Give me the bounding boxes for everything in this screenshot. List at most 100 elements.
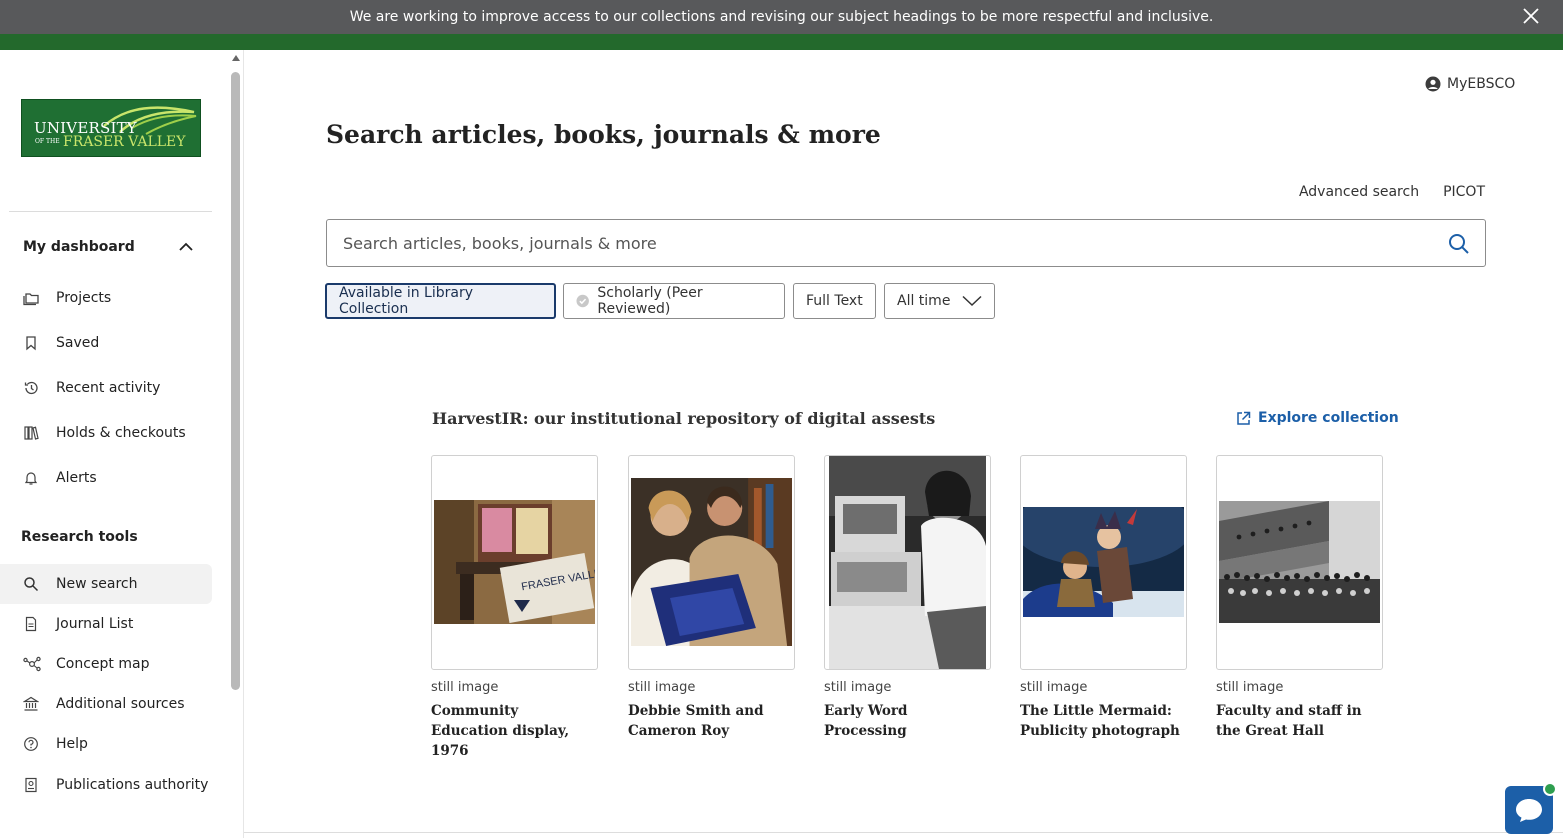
sidebar-item-recent-activity[interactable]: Recent activity [0, 368, 212, 408]
sidebar-item-label: Projects [56, 290, 112, 306]
explore-collection-label: Explore collection [1258, 410, 1399, 426]
filter-scholarly-peer-reviewed[interactable]: Scholarly (Peer Reviewed) [563, 283, 785, 319]
sidebar-item-label: Publications authority [56, 777, 209, 793]
my-dashboard-toggle[interactable]: My dashboard [23, 236, 193, 258]
scroll-up-arrow-icon[interactable] [232, 55, 240, 61]
myebsco-account-button[interactable]: MyEBSCO [1425, 76, 1515, 92]
external-link-icon [1237, 411, 1251, 425]
brand-bar [0, 34, 1563, 50]
chevron-up-icon [179, 242, 193, 251]
item-thumbnail[interactable] [824, 455, 991, 670]
help-icon [24, 737, 38, 751]
verified-badge-icon [576, 294, 589, 308]
sidebar-item-holds-checkouts[interactable]: Holds & checkouts [0, 413, 212, 453]
sidebar-item-label: Journal List [56, 616, 134, 632]
chat-widget-button[interactable] [1505, 782, 1557, 834]
search-input[interactable] [343, 220, 1433, 266]
collection-item-card[interactable]: still image Early Word Processing [824, 455, 991, 741]
sidebar-item-publications-authority[interactable]: Publications authority [0, 765, 212, 805]
item-thumbnail[interactable]: FRASER VALLEY [431, 455, 598, 670]
bell-icon [24, 472, 38, 485]
scrollbar-thumb[interactable] [231, 72, 240, 690]
item-thumbnail[interactable] [1020, 455, 1187, 670]
logo-text-of-the: OF THE [35, 138, 60, 145]
sidebar-item-label: Alerts [56, 470, 97, 486]
advanced-search-link[interactable]: Advanced search [1299, 184, 1419, 200]
collection-item-card[interactable]: still image Debbie Smith and Cameron Roy [628, 455, 795, 741]
item-type: still image [431, 680, 499, 695]
sidebar-item-label: Concept map [56, 656, 150, 672]
institution-icon [23, 696, 39, 711]
item-type: still image [1216, 680, 1284, 695]
banner-message: We are working to improve access to our … [349, 9, 1214, 25]
publication-icon [25, 777, 37, 793]
sidebar-item-label: Saved [56, 335, 100, 351]
folder-icon [23, 293, 39, 306]
early-word-processing-photo [829, 456, 986, 669]
filter-label: Scholarly (Peer Reviewed) [597, 285, 703, 317]
close-icon[interactable] [1521, 6, 1541, 26]
item-title[interactable]: Debbie Smith and Cameron Roy [628, 701, 795, 741]
item-type: still image [1020, 680, 1088, 695]
debbie-smith-cameron-roy-photo [631, 478, 792, 646]
logo-text-fraser-valley: FRASER VALLEY [63, 134, 186, 150]
sidebar-item-journal-list[interactable]: Journal List [0, 604, 212, 644]
search-icon[interactable] [1447, 232, 1471, 256]
sidebar-item-alerts[interactable]: Alerts [0, 458, 212, 498]
sidebar-divider [9, 211, 212, 212]
sidebar-item-label: Additional sources [56, 696, 185, 712]
page-title: Search articles, books, journals & more [326, 120, 881, 149]
sidebar-item-new-search[interactable]: New search [0, 564, 212, 604]
picot-link[interactable]: PICOT [1443, 184, 1485, 200]
item-type: still image [628, 680, 696, 695]
faculty-staff-great-hall-photo [1219, 501, 1380, 623]
little-mermaid-photo [1023, 507, 1184, 617]
sidebar-item-label: Holds & checkouts [56, 425, 186, 441]
filter-label: All time [897, 293, 951, 309]
sidebar-item-concept-map[interactable]: Concept map [0, 644, 212, 684]
item-thumbnail[interactable] [628, 455, 795, 670]
history-icon [24, 381, 38, 395]
item-title[interactable]: Early Word Processing [824, 701, 991, 741]
item-title[interactable]: Faculty and staff in the Great Hall [1216, 701, 1383, 741]
filter-label: Available in Library Collection [339, 285, 473, 317]
filter-full-text[interactable]: Full Text [793, 283, 876, 319]
university-logo[interactable]: UNIVERSITY OF THE FRASER VALLEY [21, 99, 201, 157]
filter-date-dropdown[interactable]: All time [884, 283, 995, 319]
filter-label: Full Text [806, 293, 863, 309]
books-icon [24, 426, 39, 440]
collection-item-card[interactable]: still image Faculty and staff in the Gre… [1216, 455, 1383, 741]
chevron-down-icon [962, 295, 982, 307]
user-circle-icon [1425, 76, 1441, 92]
sidebar-item-additional-sources[interactable]: Additional sources [0, 684, 212, 724]
concept-map-icon [23, 656, 41, 672]
sidebar-item-label: Recent activity [56, 380, 161, 396]
sidebar-item-projects[interactable]: Projects [0, 278, 212, 318]
explore-collection-link[interactable]: Explore collection [1236, 410, 1399, 426]
item-thumbnail[interactable] [1216, 455, 1383, 670]
collection-item-card[interactable]: still image The Little Mermaid: Publicit… [1020, 455, 1187, 741]
sidebar: UNIVERSITY OF THE FRASER VALLEY My dashb… [0, 50, 244, 838]
bookmark-icon [26, 336, 36, 351]
announcement-banner: We are working to improve access to our … [0, 0, 1563, 34]
sidebar-item-label: Help [56, 736, 88, 752]
search-bar [326, 219, 1486, 267]
sidebar-item-help[interactable]: Help [0, 724, 212, 764]
content-divider [244, 832, 1563, 833]
search-icon [24, 577, 39, 592]
filter-available-in-library[interactable]: Available in Library Collection [325, 283, 556, 319]
research-tools-heading: Research tools [21, 529, 138, 545]
document-icon [25, 616, 37, 632]
online-status-icon [1543, 782, 1557, 796]
my-dashboard-label: My dashboard [23, 239, 135, 255]
sidebar-item-label: New search [56, 576, 138, 592]
collection-title: HarvestIR: our institutional repository … [432, 409, 936, 428]
collection-item-card[interactable]: FRASER VALLEY still image Community Educ… [431, 455, 598, 761]
item-type: still image [824, 680, 892, 695]
item-title[interactable]: Community Education display, 1976 [431, 701, 598, 761]
sidebar-item-saved[interactable]: Saved [0, 323, 212, 363]
search-links: Advanced search PICOT [1299, 184, 1485, 200]
sidebar-scrollbar[interactable] [229, 50, 243, 838]
community-education-photo: FRASER VALLEY [434, 500, 595, 624]
item-title[interactable]: The Little Mermaid: Publicity photograph [1020, 701, 1187, 741]
